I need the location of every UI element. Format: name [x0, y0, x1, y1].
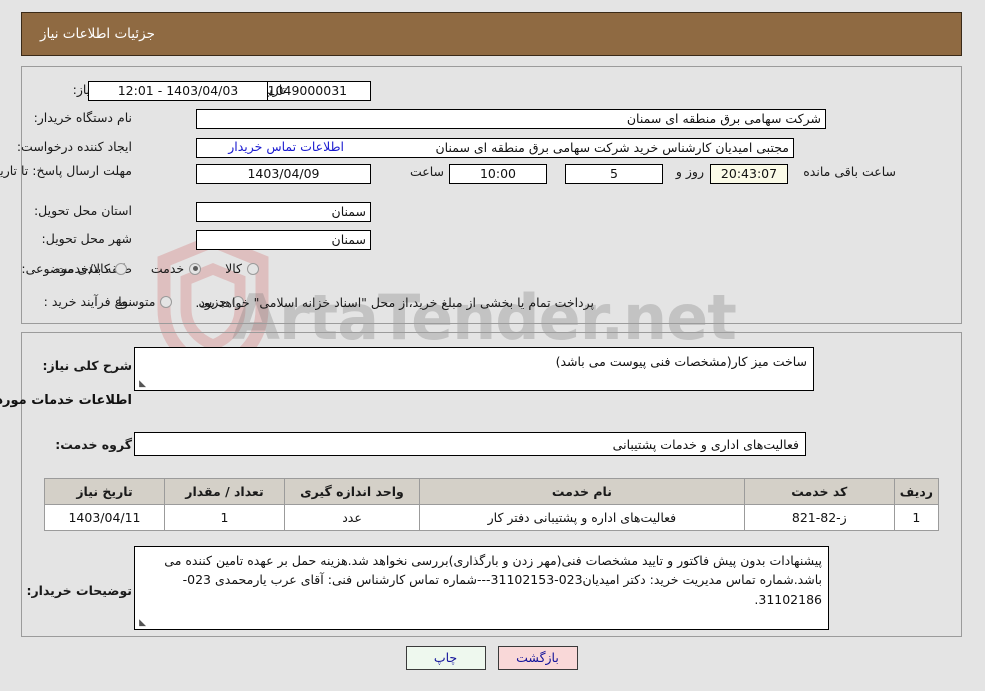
subject-class-option-goods-service-label: کالا/خدمت — [56, 261, 111, 276]
delivery-city-value[interactable]: سمنان — [197, 230, 372, 250]
service-items-table-wrap: ردیف کد خدمت نام خدمت واحد اندازه گیری ت… — [45, 478, 941, 531]
requester-label: ایجاد کننده درخواست: — [17, 139, 133, 154]
radio-icon-goods-service[interactable] — [115, 262, 128, 275]
purchase-process-option-medium-label: متوسط — [117, 294, 157, 309]
delivery-province-label: استان محل تحویل: — [34, 203, 133, 218]
subject-class-option-goods[interactable]: کالا — [226, 261, 260, 276]
delivery-city-value-wrap: سمنان — [197, 230, 372, 250]
table-row: 1 ز-82-821 فعالیت‌های اداره و پشتیبانی د… — [45, 504, 941, 531]
col-unit: واحد اندازه گیری — [285, 478, 421, 505]
general-desc-label: شرح کلی نیاز: — [43, 358, 133, 373]
subject-class-option-service-label: خدمت — [151, 261, 186, 276]
public-announce-value[interactable]: 1403/04/03 - 12:01 — [89, 81, 269, 101]
deadline-countdown-label: ساعت باقی مانده — [804, 164, 897, 179]
buyer-contact-link-wrap: اطلاعات تماس خریدار — [229, 139, 345, 154]
cell-name: فعالیت‌های اداره و پشتیبانی دفتر کار — [420, 504, 746, 531]
table-header-row: ردیف کد خدمت نام خدمت واحد اندازه گیری ت… — [45, 478, 941, 505]
service-group-label: گروه خدمت: — [56, 437, 133, 452]
general-desc-value: ساخت میز کار(مشخصات فنی پیوست می باشد) — [556, 354, 808, 369]
delivery-province-value[interactable]: سمنان — [197, 202, 372, 222]
field-buyer-org: نام دستگاه خریدار: — [35, 110, 133, 125]
buyer-notes-value: پیشنهادات بدون پیش فاکتور و تایید مشخصات… — [165, 553, 823, 607]
cell-qty: 1 — [165, 504, 286, 531]
field-delivery-city: شهر محل تحویل: — [43, 231, 133, 246]
col-radif: ردیف — [894, 478, 941, 505]
deadline-days-value[interactable]: 5 — [566, 164, 664, 184]
radio-icon-service[interactable] — [190, 262, 203, 275]
footer-button-bar: بازگشت چاپ — [0, 646, 985, 670]
cell-code: ز-82-821 — [744, 504, 896, 531]
purchase-process-note-wrap: پرداخت تمام یا بخشی از مبلغ خرید،از محل … — [196, 295, 595, 310]
field-general-desc: شرح کلی نیاز: — [44, 358, 133, 373]
field-requester: ایجاد کننده درخواست: — [18, 139, 133, 154]
field-service-group: گروه خدمت: — [56, 437, 133, 452]
resize-grip-icon[interactable]: ◣ — [138, 380, 147, 389]
page-title: جزئیات اطلاعات نیاز — [41, 26, 156, 42]
purchase-process-option-medium[interactable]: متوسط — [117, 294, 174, 309]
subject-class-options: کالا خدمت کالا/خدمت — [56, 261, 260, 276]
radio-icon-medium[interactable] — [161, 295, 174, 308]
delivery-province-value-wrap: سمنان — [197, 202, 372, 222]
page-header: جزئیات اطلاعات نیاز — [22, 12, 963, 56]
deadline-countdown-label-wrap: ساعت باقی مانده — [804, 164, 897, 179]
deadline-date-wrap: 1403/04/09 — [197, 164, 372, 184]
deadline-countdown-wrap: 20:43:07 — [711, 164, 789, 184]
buyer-contact-link[interactable]: اطلاعات تماس خریدار — [229, 139, 345, 154]
deadline-date-value[interactable]: 1403/04/09 — [197, 164, 372, 184]
print-button[interactable]: چاپ — [406, 646, 487, 670]
field-delivery-province: استان محل تحویل: — [35, 203, 133, 218]
radio-icon-goods[interactable] — [248, 262, 260, 275]
deadline-time-wrap: 10:00 — [450, 164, 548, 184]
buyer-org-label: نام دستگاه خریدار: — [34, 110, 133, 125]
col-code: کد خدمت — [744, 478, 896, 505]
subject-class-option-goods-label: کالا — [226, 261, 243, 276]
col-qty: تعداد / مقدار — [165, 478, 286, 505]
public-announce-value-wrap: 1403/04/03 - 12:01 — [89, 81, 269, 101]
col-name: نام خدمت — [420, 478, 746, 505]
deadline-days-wrap: 5 — [566, 164, 664, 184]
buyer-org-value-wrap: شرکت سهامی برق منطقه ای سمنان — [197, 109, 827, 129]
field-deadline: مهلت ارسال پاسخ: تا تاریخ: — [0, 163, 133, 180]
top-info-panel — [22, 66, 963, 324]
cell-unit: عدد — [285, 504, 421, 531]
services-section-title: اطلاعات خدمات مورد نیاز — [0, 393, 133, 408]
delivery-city-label: شهر محل تحویل: — [42, 231, 133, 246]
deadline-time-value[interactable]: 10:00 — [450, 164, 548, 184]
field-buyer-notes: توضیحات خریدار: — [27, 583, 133, 598]
resize-grip-icon-notes[interactable]: ◣ — [138, 619, 147, 628]
purchase-process-note: پرداخت تمام یا بخشی از مبلغ خرید،از محل … — [196, 295, 595, 310]
deadline-days-label: روز و — [676, 164, 705, 179]
buyer-notes-value-box[interactable]: پیشنهادات بدون پیش فاکتور و تایید مشخصات… — [135, 546, 830, 630]
subject-class-option-goods-service[interactable]: کالا/خدمت — [56, 261, 128, 276]
deadline-time-label: ساعت — [410, 164, 445, 179]
col-date: تاریخ نیاز — [45, 478, 166, 505]
deadline-label: مهلت ارسال پاسخ: تا تاریخ: — [0, 163, 133, 178]
deadline-time-label-wrap: ساعت — [411, 164, 445, 179]
cell-date: 1403/04/11 — [45, 504, 166, 531]
buyer-notes-label: توضیحات خریدار: — [27, 583, 133, 598]
service-group-value-box[interactable]: فعالیت‌های اداری و خدمات پشتیبانی — [135, 432, 807, 456]
page-root: ArtaTender.net جزئیات اطلاعات نیاز شماره… — [0, 0, 985, 691]
cell-radif: 1 — [894, 504, 941, 531]
service-items-table: ردیف کد خدمت نام خدمت واحد اندازه گیری ت… — [45, 478, 941, 531]
back-button[interactable]: بازگشت — [498, 646, 579, 670]
deadline-days-label-wrap: روز و — [677, 164, 705, 179]
subject-class-option-service[interactable]: خدمت — [151, 261, 203, 276]
general-desc-value-box[interactable]: ساخت میز کار(مشخصات فنی پیوست می باشد) ◣ — [135, 347, 815, 391]
service-group-value: فعالیت‌های اداری و خدمات پشتیبانی — [613, 437, 800, 452]
buyer-org-value[interactable]: شرکت سهامی برق منطقه ای سمنان — [197, 109, 827, 129]
deadline-countdown-value: 20:43:07 — [711, 164, 789, 184]
